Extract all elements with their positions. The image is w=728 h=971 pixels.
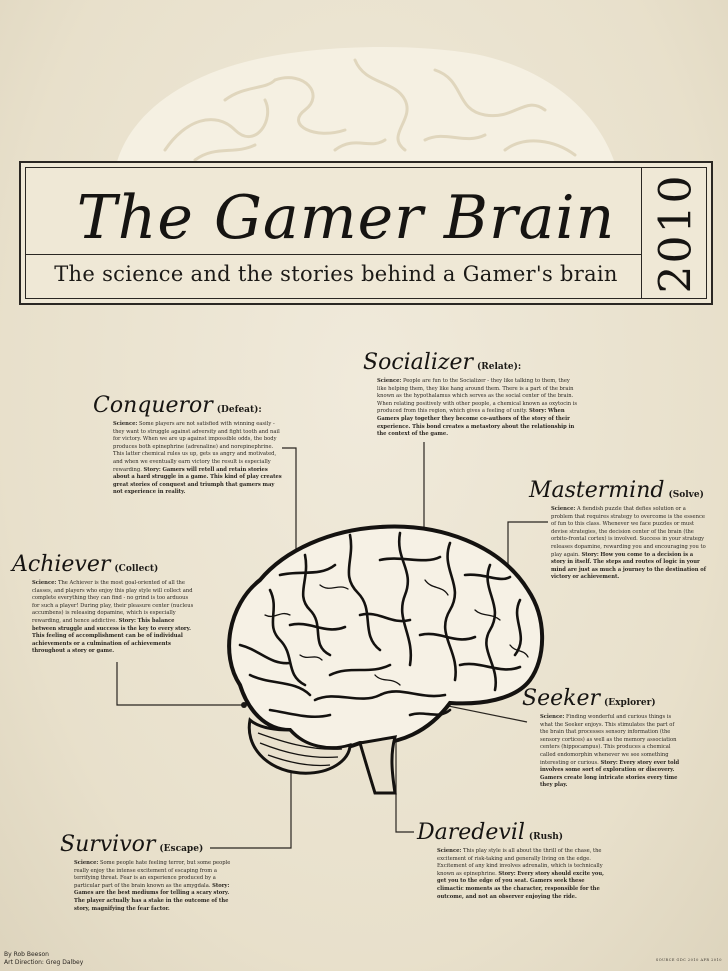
- survivor-story: Games are the best mediums for telling a…: [74, 890, 230, 912]
- seeker-verb: (Explorer): [603, 698, 656, 708]
- achiever-verb: (Collect): [114, 564, 159, 574]
- mastermind-verb: (Solve): [668, 490, 704, 500]
- survivor-heading: Survivor (Escape): [60, 832, 240, 857]
- seeker-block: Seeker (Explorer) Science: Finding wonder…: [522, 686, 682, 790]
- survivor-text: Science: Some people hate feeling terror…: [60, 860, 240, 913]
- year-panel: 2010: [644, 168, 708, 298]
- achiever-story-label: Story:: [118, 617, 136, 624]
- daredevil-name: Daredevil: [417, 820, 525, 845]
- socializer-heading: Socializer (Relate):: [363, 350, 581, 375]
- title-divider: [26, 254, 641, 255]
- source-note: SOURCE GDC 2010 APR 2010: [655, 958, 722, 962]
- socializer-text: Science: People are fun to the Socialize…: [363, 378, 581, 439]
- socializer-block: Socializer (Relate): Science: People are …: [363, 350, 581, 439]
- mastermind-name: Mastermind: [529, 478, 665, 503]
- conqueror-block: Conqueror (Defeat): Science: Some players…: [93, 393, 283, 497]
- mastermind-heading: Mastermind (Solve): [529, 478, 709, 503]
- seeker-science-label: Science:: [540, 714, 565, 720]
- survivor-verb: (Escape): [159, 844, 204, 854]
- mastermind-science: A fiendish puzzle that defies solution o…: [551, 506, 706, 558]
- conqueror-science-label: Science:: [113, 421, 138, 427]
- conqueror-verb: (Defeat):: [216, 405, 262, 415]
- socializer-science-label: Science:: [377, 378, 402, 384]
- author-credit: By Rob Beeson: [4, 951, 49, 958]
- seeker-name: Seeker: [522, 686, 600, 711]
- socializer-verb: (Relate):: [477, 362, 522, 372]
- mastermind-block: Mastermind (Solve) Science: A fiendish pu…: [529, 478, 709, 582]
- title-banner: The Gamer Brain The science and the stor…: [19, 161, 713, 305]
- daredevil-block: Daredevil (Rush) Science: This play style…: [417, 820, 605, 901]
- survivor-science: Some people hate feeling terror, but som…: [74, 860, 231, 889]
- achiever-block: Achiever (Collect) Science: The Achiever …: [12, 552, 194, 656]
- conqueror-name: Conqueror: [93, 393, 213, 418]
- achiever-heading: Achiever (Collect): [12, 552, 194, 577]
- mastermind-text: Science: A fiendish puzzle that defies s…: [529, 506, 709, 582]
- page-subtitle: The science and the stories behind a Gam…: [54, 262, 618, 286]
- credits: By Rob Beeson Art Direction: Greg Dalbey: [4, 951, 83, 967]
- mastermind-story-label: Story:: [581, 551, 599, 558]
- conqueror-text: Science: Some players are not satisfied …: [93, 421, 283, 497]
- mastermind-science-label: Science:: [551, 506, 576, 512]
- conqueror-story-label: Story:: [143, 466, 161, 473]
- seeker-science: Finding wonderful and curious things is …: [540, 714, 677, 766]
- socializer-story-label: Story:: [529, 408, 547, 415]
- conqueror-heading: Conqueror (Defeat):: [93, 393, 283, 418]
- art-direction-credit: Art Direction: Greg Dalbey: [4, 959, 84, 966]
- page-title: The Gamer Brain: [76, 183, 616, 253]
- daredevil-text: Science: This play style is all about th…: [417, 848, 605, 901]
- year-divider: [641, 168, 642, 298]
- seeker-story-label: Story:: [600, 759, 618, 766]
- conqueror-science: Some players are not satisfied with winn…: [113, 421, 280, 473]
- brain-illustration: [227, 524, 545, 795]
- achiever-text: Science: The Achiever is the most goal-o…: [12, 580, 194, 656]
- daredevil-science-label: Science:: [437, 848, 462, 854]
- achiever-science-label: Science:: [32, 580, 57, 586]
- achiever-name: Achiever: [12, 552, 111, 577]
- seeker-text: Science: Finding wonderful and curious t…: [522, 714, 682, 790]
- survivor-block: Survivor (Escape) Science: Some people ha…: [60, 832, 240, 913]
- background-brain-illustration: [115, 47, 617, 170]
- survivor-science-label: Science:: [74, 860, 99, 866]
- year-label: 2010: [650, 173, 702, 293]
- survivor-name: Survivor: [60, 832, 156, 857]
- seeker-heading: Seeker (Explorer): [522, 686, 682, 711]
- daredevil-heading: Daredevil (Rush): [417, 820, 605, 845]
- daredevil-story-label: Story:: [498, 870, 516, 877]
- title-banner-inner-border: The Gamer Brain The science and the stor…: [25, 167, 707, 299]
- socializer-name: Socializer: [363, 350, 473, 375]
- daredevil-verb: (Rush): [528, 832, 564, 842]
- survivor-story-label: Story:: [212, 882, 230, 889]
